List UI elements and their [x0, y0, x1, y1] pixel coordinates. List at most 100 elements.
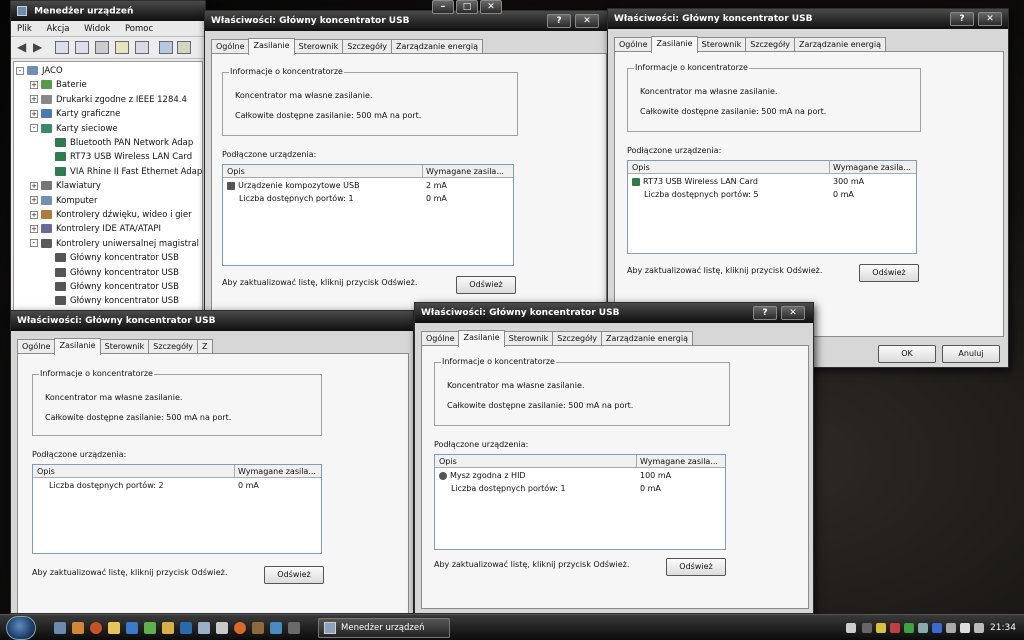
- tree-item[interactable]: Główny koncentrator USB: [44, 294, 179, 308]
- show-desktop-icon[interactable]: [54, 622, 66, 634]
- column-desc[interactable]: Opis: [227, 167, 417, 176]
- folder-icon[interactable]: [162, 622, 174, 634]
- browser-icon[interactable]: [72, 622, 84, 634]
- expand-icon[interactable]: +: [30, 224, 38, 233]
- cancel-button[interactable]: Anuluj: [942, 345, 1000, 363]
- menu-file[interactable]: Plik: [11, 21, 38, 37]
- tree-item[interactable]: Główny koncentrator USB: [44, 280, 179, 294]
- taskbar-device-manager[interactable]: Menedżer urządzeń: [318, 618, 450, 638]
- column-power[interactable]: Wymagane zasila...: [238, 467, 321, 476]
- help-button[interactable]: ?: [753, 306, 777, 320]
- tab-driver[interactable]: Sterownik: [503, 331, 554, 346]
- menu-help[interactable]: Pomoc: [119, 21, 159, 37]
- close-button[interactable]: ✕: [480, 0, 502, 14]
- firefox-icon[interactable]: [90, 622, 102, 634]
- list-item-desc[interactable]: Liczba dostępnych portów: 5: [644, 190, 759, 199]
- column-power[interactable]: Wymagane zasila...: [426, 167, 512, 176]
- tree-item[interactable]: VIA Rhine II Fast Ethernet Adap: [44, 165, 202, 179]
- tree-item[interactable]: + Kontrolery IDE ATA/ATAPI: [30, 222, 161, 236]
- tab-power[interactable]: Zasilanie: [458, 330, 505, 347]
- tab-power-management[interactable]: Z: [197, 339, 213, 354]
- tab-driver[interactable]: Sterownik: [696, 37, 747, 52]
- expand-icon[interactable]: +: [30, 196, 38, 205]
- menu-action[interactable]: Akcja: [40, 21, 75, 37]
- back-arrow-icon[interactable]: ◀: [17, 41, 31, 54]
- tree-item[interactable]: RT73 USB Wireless LAN Card: [44, 150, 192, 164]
- tab-general[interactable]: Ogólne: [614, 37, 653, 52]
- menu-view[interactable]: Widok: [78, 21, 116, 37]
- tab-general[interactable]: Ogólne: [421, 331, 460, 346]
- utility-icon[interactable]: [288, 622, 300, 634]
- tab-details[interactable]: Szczegóły: [342, 39, 393, 54]
- wifi-tray-icon[interactable]: [946, 623, 956, 633]
- refresh-button[interactable]: Odśwież: [456, 276, 516, 294]
- help-button[interactable]: ?: [950, 12, 974, 26]
- show-hide-console-tree-icon[interactable]: [75, 41, 89, 54]
- tab-power[interactable]: Zasilanie: [651, 36, 698, 53]
- details-icon[interactable]: [135, 41, 149, 54]
- properties-icon[interactable]: [55, 41, 69, 54]
- tab-power[interactable]: Zasilanie: [248, 38, 295, 55]
- player-icon[interactable]: [234, 622, 246, 634]
- list-item-desc[interactable]: Liczba dostępnych portów: 2: [49, 481, 164, 490]
- list-item-desc[interactable]: Urządzenie kompozytowe USB: [227, 181, 360, 190]
- tree-item[interactable]: + Kontrolery dźwięku, wideo i gier: [30, 208, 192, 222]
- collapse-icon[interactable]: -: [30, 124, 38, 133]
- tree-item[interactable]: + Komputer: [30, 194, 97, 208]
- tab-driver[interactable]: Sterownik: [99, 339, 150, 354]
- expand-icon[interactable]: +: [30, 80, 38, 89]
- update-tray-icon[interactable]: [904, 623, 914, 633]
- help-tray-icon[interactable]: [846, 623, 856, 633]
- bluetooth-tray-icon[interactable]: [932, 623, 942, 633]
- expand-icon[interactable]: +: [30, 109, 38, 118]
- messenger-icon[interactable]: [126, 622, 138, 634]
- expand-icon[interactable]: +: [30, 210, 38, 219]
- title-bar[interactable]: Właściwości: Główny koncentrator USB: [11, 311, 413, 331]
- list-item-desc[interactable]: Mysz zgodna z HID: [439, 471, 526, 480]
- column-power[interactable]: Wymagane zasila...: [833, 163, 916, 172]
- ok-button[interactable]: OK: [878, 345, 936, 363]
- tab-power[interactable]: Zasilanie: [54, 338, 101, 355]
- print-icon[interactable]: [95, 41, 109, 54]
- tree-item[interactable]: - Kontrolery uniwersalnej magistral: [30, 237, 199, 251]
- minimize-button[interactable]: –: [432, 0, 454, 14]
- forward-arrow-icon[interactable]: ▶: [33, 41, 47, 54]
- volume-tray-icon[interactable]: [960, 623, 970, 633]
- column-desc[interactable]: Opis: [439, 457, 629, 466]
- tab-details[interactable]: Szczegóły: [745, 37, 796, 52]
- column-desc[interactable]: Opis: [632, 163, 822, 172]
- column-power[interactable]: Wymagane zasila...: [640, 457, 725, 466]
- tree-item[interactable]: + Baterie: [30, 78, 87, 92]
- tree-item[interactable]: + Drukarki zgodne z IEEE 1284.4: [30, 93, 187, 107]
- shield-tray-icon[interactable]: [890, 623, 900, 633]
- collapse-icon[interactable]: -: [16, 66, 24, 75]
- expand-icon[interactable]: +: [30, 95, 38, 104]
- list-item-desc[interactable]: Liczba dostępnych portów: 1: [239, 194, 354, 203]
- show-hidden-icons[interactable]: [862, 623, 872, 633]
- image-icon[interactable]: [198, 622, 210, 634]
- tab-general[interactable]: Ogólne: [17, 339, 56, 354]
- network-tray-icon[interactable]: [918, 623, 928, 633]
- devices-list[interactable]: Opis Wymagane zasila... Mysz zgodna z HI…: [434, 454, 726, 550]
- tree-item[interactable]: Główny koncentrator USB: [44, 251, 179, 265]
- clock[interactable]: 21:34: [990, 623, 1016, 633]
- tree-item[interactable]: Bluetooth PAN Network Adap: [44, 136, 193, 150]
- tree-item[interactable]: + Klawiatury: [30, 179, 101, 193]
- refresh-button[interactable]: Odśwież: [264, 566, 324, 584]
- tab-details[interactable]: Szczegóły: [148, 339, 199, 354]
- media-icon[interactable]: [180, 622, 192, 634]
- close-button[interactable]: ✕: [781, 306, 805, 320]
- start-button[interactable]: [6, 616, 36, 640]
- list-item-desc[interactable]: RT73 USB Wireless LAN Card: [632, 177, 758, 186]
- help-button[interactable]: ?: [547, 14, 571, 28]
- column-separator[interactable]: [636, 455, 637, 467]
- tab-power-management[interactable]: Zarządzanie energią: [391, 39, 483, 54]
- tool-icon[interactable]: [252, 622, 264, 634]
- devices-list[interactable]: Opis Wymagane zasila... Liczba dostępnyc…: [32, 464, 322, 554]
- tree-item[interactable]: - JACO: [16, 64, 63, 78]
- tab-power-management[interactable]: Zarządzanie energią: [601, 331, 693, 346]
- scan-hardware-icon[interactable]: [159, 41, 173, 54]
- refresh-button[interactable]: Odśwież: [859, 264, 919, 282]
- expand-icon[interactable]: +: [30, 181, 38, 190]
- title-bar[interactable]: Menedżer urządzeń: [11, 1, 205, 21]
